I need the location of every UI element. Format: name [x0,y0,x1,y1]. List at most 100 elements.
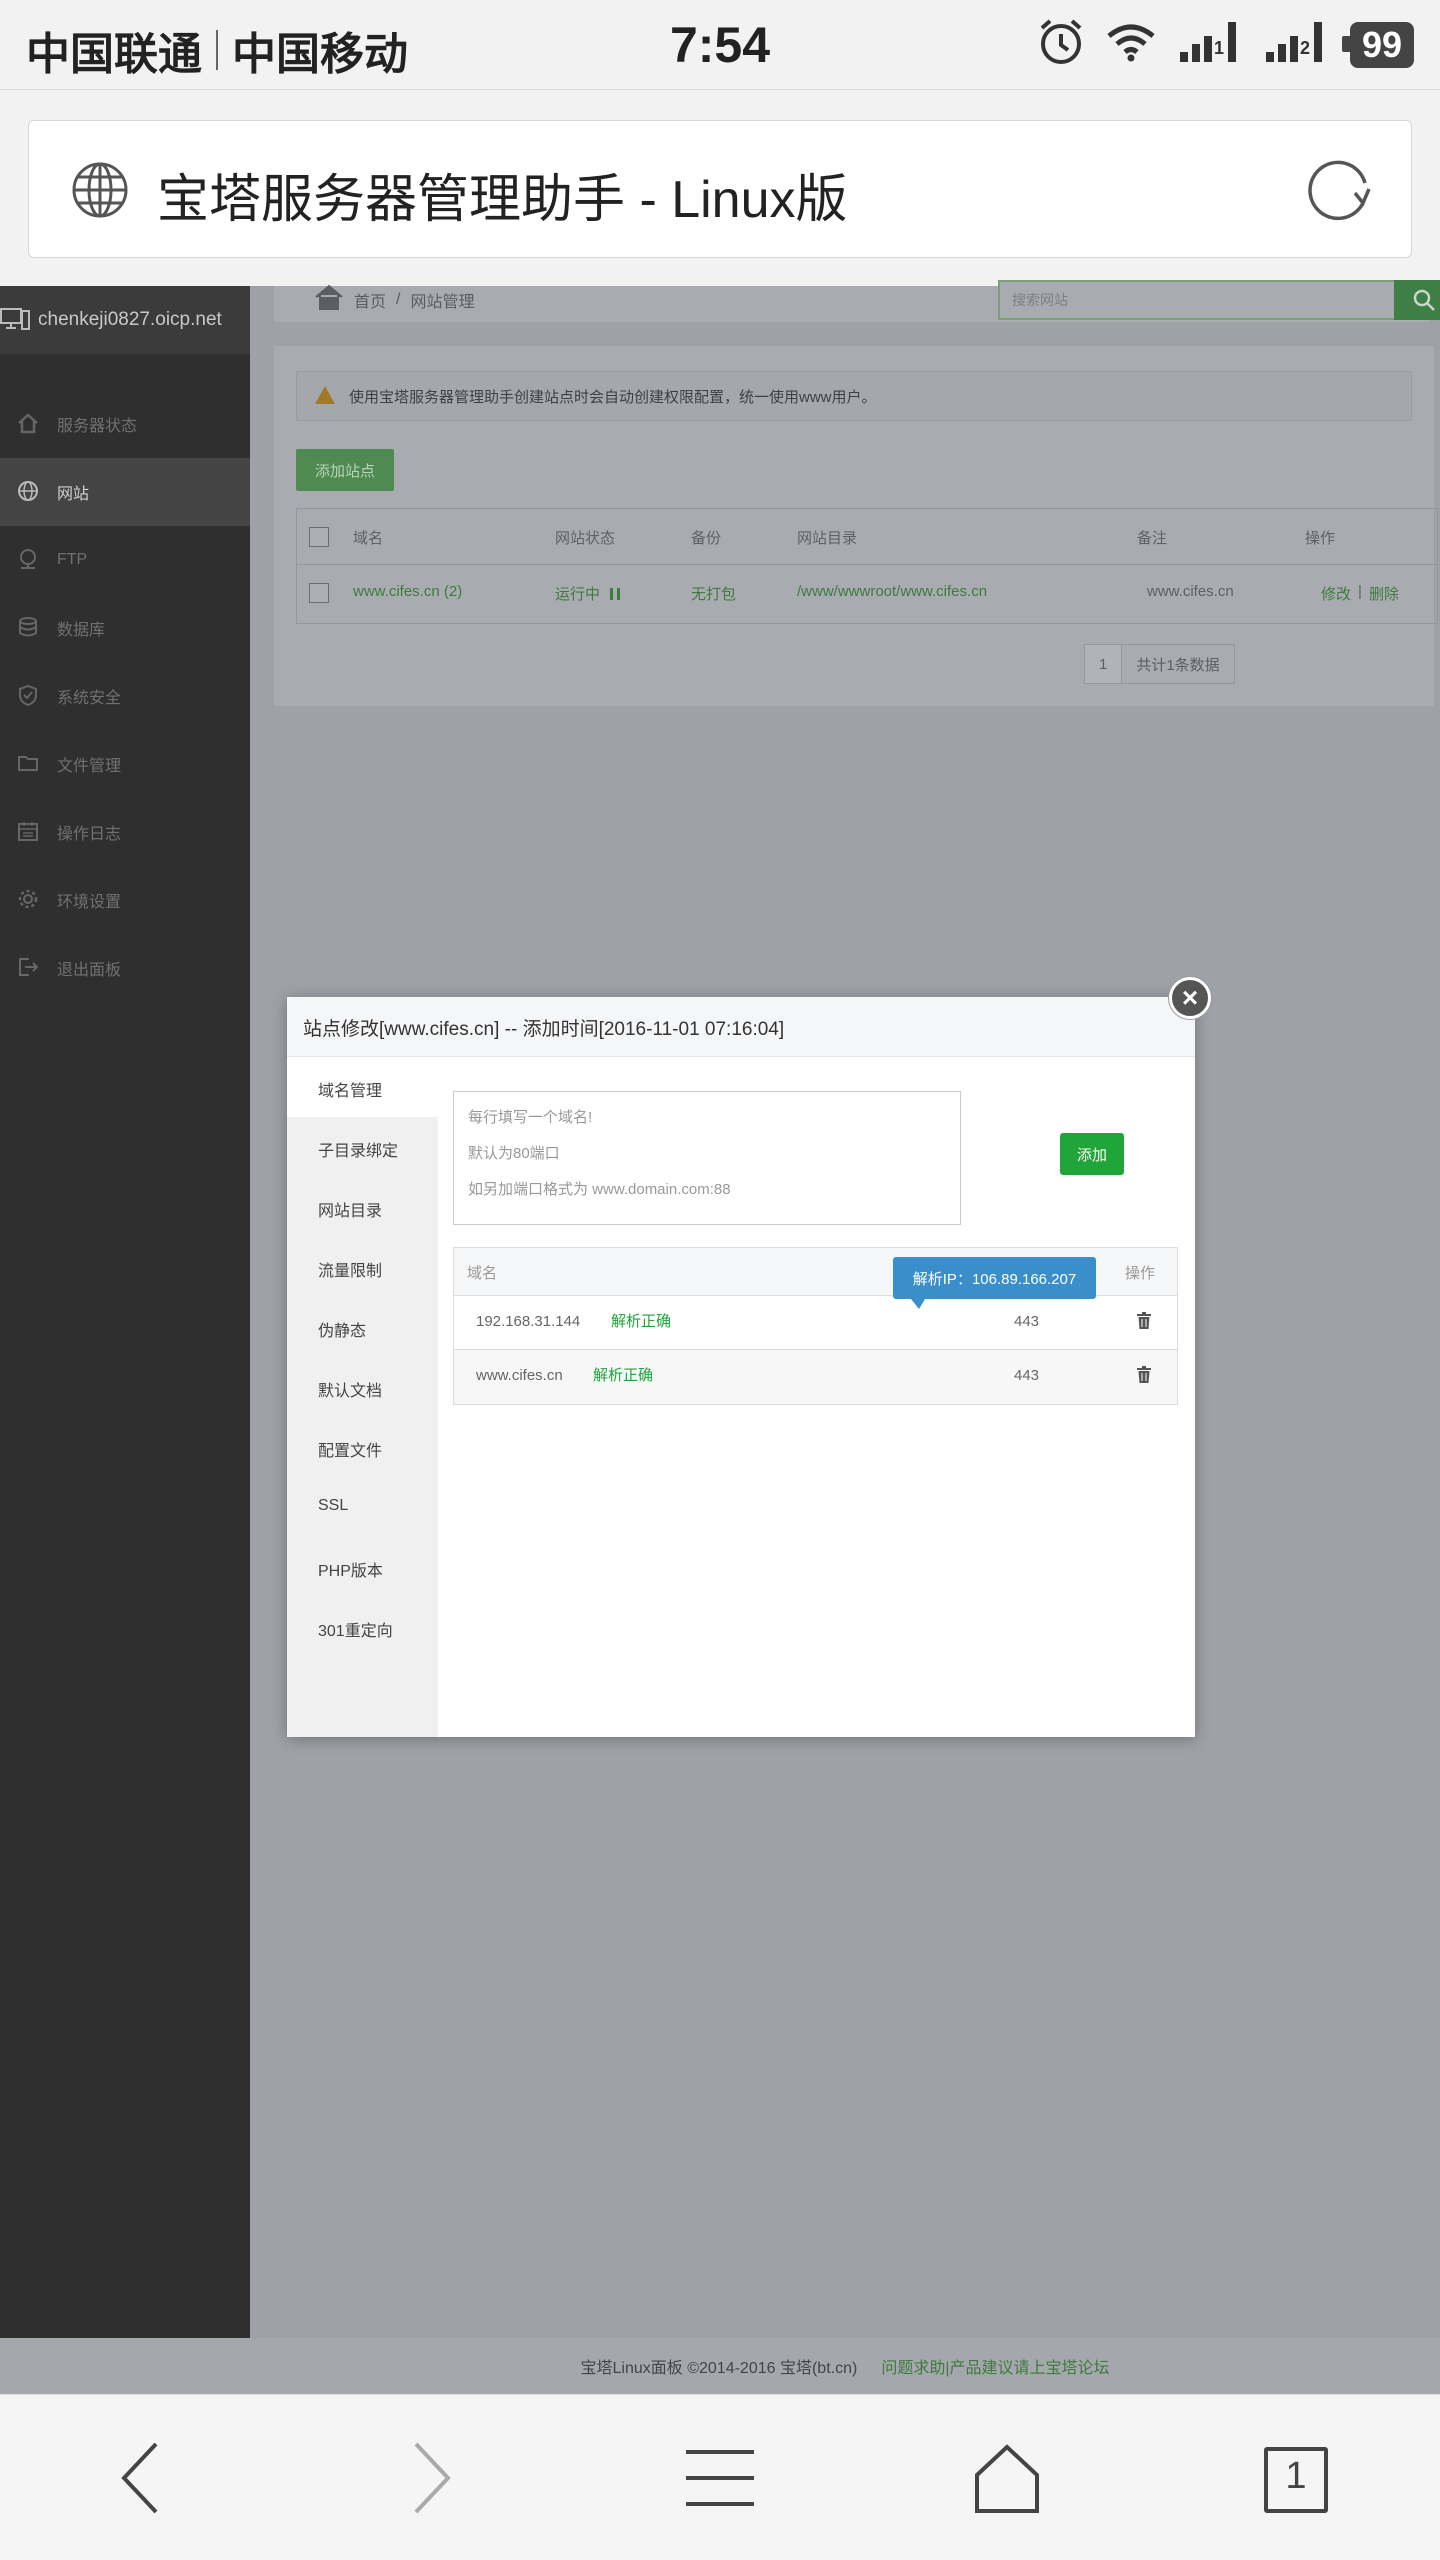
sidebar-item-ftp[interactable]: FTP [0,526,250,594]
menu-icon [684,2448,756,2513]
sidebar-item-label: 文件管理 [57,758,122,775]
alarm-icon [1038,18,1084,71]
globe-icon [71,161,129,224]
sidebar-item-label: 操作日志 [57,826,122,843]
sidebar-item-label: 数据库 [57,622,106,639]
status-icons: 1 2 99 [1038,18,1414,71]
modal-title: 站点修改[www.cifes.cn] -- 添加时间[2016-11-01 07… [287,997,1195,1057]
delete-site-link[interactable]: 删除 [1369,583,1399,604]
pause-icon [610,588,621,600]
status-bar: 中国联通 中国移动 7:54 1 2 99 [0,0,1440,90]
browser-bottom-nav: 1 [0,2394,1440,2560]
database-icon [17,616,39,638]
sidebar-item-settings[interactable]: 环境设置 [0,866,250,934]
forward-button[interactable] [386,2435,476,2525]
sidebar-item-label: 环境设置 [57,894,122,911]
dns-tooltip: 解析IP：106.89.166.207 [893,1257,1096,1309]
tab-domain[interactable]: 域名管理 [287,1057,438,1117]
site-panel: 使用宝塔服务器管理助手创建站点时会自动创建权限配置，统一使用www用户。 添加站… [274,346,1438,706]
table-header: 域名 网站状态 备份 网站目录 备注 操作 [297,509,1437,565]
col-domain: 域名 [467,1265,498,1282]
tab-config[interactable]: 配置文件 [287,1417,438,1477]
tab-site-dir[interactable]: 网站目录 [287,1177,438,1237]
home-icon [973,2443,1041,2518]
site-dir[interactable]: /www/wwwroot/www.cifes.cn [797,583,987,600]
site-status[interactable]: 运行中 [555,583,621,604]
page-title: 宝塔服务器管理助手 - Linux版 [157,171,848,229]
domain-textarea[interactable]: 每行填写一个域名! 默认为80端口 如另加端口格式为 www.domain.co… [453,1091,961,1225]
footer-forum-link[interactable]: 问题求助|产品建议请上宝塔论坛 [881,2354,1109,2378]
tab-rewrite[interactable]: 伪静态 [287,1297,438,1357]
warning-icon [315,386,335,404]
sidebar-item-label: 服务器状态 [57,418,138,435]
breadcrumb-separator: / [396,290,401,308]
op-separator: | [1358,583,1362,600]
trash-icon[interactable] [1137,1312,1151,1329]
home-icon[interactable] [314,284,344,315]
sim2-label: 2 [1299,38,1310,58]
tab-subdir[interactable]: 子目录绑定 [287,1117,438,1177]
table-row: www.cifes.cn 解析正确 443 [454,1350,1177,1404]
address-bar[interactable]: 宝塔服务器管理助手 - Linux版 [28,120,1412,258]
tab-ssl[interactable]: SSL [287,1477,438,1537]
col-status: 网站状态 [555,530,616,547]
breadcrumb-home[interactable]: 首页 [354,288,386,312]
search-icon [1412,288,1436,317]
tab-count: 1 [1285,2455,1307,2497]
modal-tabs: 域名管理 子目录绑定 网站目录 流量限制 伪静态 默认文档 配置文件 SSL P… [287,1057,438,1737]
dns-check[interactable]: 解析正确 [611,1310,671,1331]
site-domain-link[interactable]: www.cifes.cn (2) [353,583,462,600]
select-all-checkbox[interactable] [309,527,329,547]
tab-default-doc[interactable]: 默认文档 [287,1357,438,1417]
add-domain-button[interactable]: 添加 [1060,1133,1124,1175]
tab-redirect[interactable]: 301重定向 [287,1597,438,1657]
logout-icon [17,956,39,978]
row-checkbox[interactable] [309,583,329,603]
breadcrumb-current: 网站管理 [410,293,475,311]
breadcrumb: 首页 / 网站管理 [314,284,474,315]
refresh-icon[interactable] [1307,157,1377,228]
search-button[interactable] [1394,280,1440,320]
menu-button[interactable] [675,2435,765,2525]
placeholder-line: 如另加端口格式为 www.domain.com:88 [468,1181,731,1198]
col-backup: 备份 [691,530,722,547]
search-input[interactable]: 搜索网站 [998,280,1398,320]
close-button[interactable]: × [1169,977,1211,1019]
sidebar-item-label: 网站 [57,486,90,503]
sidebar-item-files[interactable]: 文件管理 [0,730,250,798]
site-backup[interactable]: 无打包 [691,583,736,604]
signal-icon-sim1: 1 [1178,20,1242,69]
tabs-button[interactable]: 1 [1251,2435,1341,2525]
trash-icon[interactable] [1137,1366,1151,1383]
sidebar-item-server-status[interactable]: 服务器状态 [0,390,250,458]
footer: 宝塔Linux面板 ©2014-2016 宝塔(bt.cn) 问题求助|产品建议… [250,2338,1440,2394]
home-button[interactable] [962,2435,1052,2525]
page-total: 共计1条数据 [1136,656,1220,674]
dns-check[interactable]: 解析正确 [593,1364,653,1385]
edit-site-link[interactable]: 修改 [1321,583,1351,604]
sidebar-item-label: 系统安全 [57,690,122,707]
sidebar-item-label: FTP [57,551,88,568]
add-site-button[interactable]: 添加站点 [296,449,394,491]
sidebar-item-logout[interactable]: 退出面板 [0,934,250,1002]
site-note: www.cifes.cn [1147,583,1234,600]
ftp-icon [17,548,39,570]
back-button[interactable] [96,2435,186,2525]
notice-text: 使用宝塔服务器管理助手创建站点时会自动创建权限配置，统一使用www用户。 [349,388,877,406]
domain-value: www.cifes.cn [476,1367,563,1384]
sidebar-item-security[interactable]: 系统安全 [0,662,250,730]
page-number[interactable]: 1 [1085,645,1123,683]
sidebar-item-database[interactable]: 数据库 [0,594,250,662]
sidebar-item-website[interactable]: 网站 [0,458,250,526]
gear-icon [17,888,39,910]
folder-icon [17,752,39,774]
server-host-label: chenkeji0827.oicp.net [38,309,222,330]
signal-icon-sim2: 2 [1264,20,1328,69]
tab-traffic[interactable]: 流量限制 [287,1237,438,1297]
sites-table: 域名 网站状态 备份 网站目录 备注 操作 www.cifes.cn (2) 运… [296,508,1438,624]
sidebar-item-logs[interactable]: 操作日志 [0,798,250,866]
placeholder-line: 默认为80端口 [468,1145,560,1162]
calendar-icon [17,820,39,842]
tab-php[interactable]: PHP版本 [287,1537,438,1597]
sim1-label: 1 [1213,38,1224,58]
